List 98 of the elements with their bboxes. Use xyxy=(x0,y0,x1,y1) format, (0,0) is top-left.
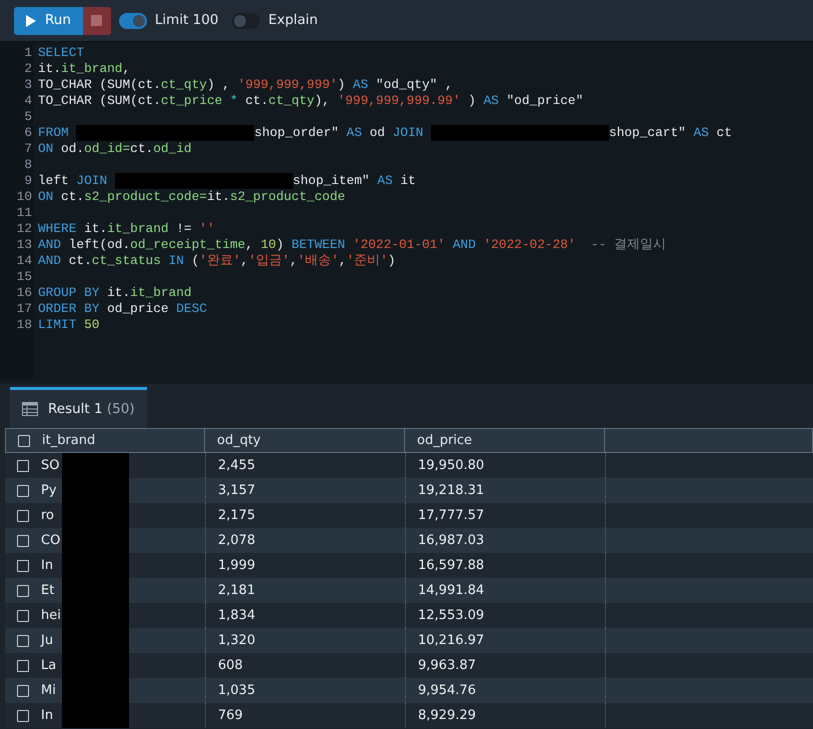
table-cell-text: Ju xyxy=(41,632,54,650)
code-token: shop_cart" xyxy=(609,125,687,140)
checkbox[interactable] xyxy=(17,634,29,646)
line-number: 13 xyxy=(16,237,33,253)
line-number: 16 xyxy=(16,285,33,301)
code-token: AS xyxy=(694,125,709,140)
table-cell-text: 9,954.76 xyxy=(418,682,476,700)
checkbox[interactable] xyxy=(17,460,29,472)
table-cell-text: 9,963.87 xyxy=(418,656,476,675)
code-token: JOIN xyxy=(392,125,424,140)
toggle-switch[interactable] xyxy=(118,12,147,28)
table-cell-text: 2,078 xyxy=(218,532,256,550)
stop-icon xyxy=(91,15,102,26)
table-cell-text: 2,175 xyxy=(218,506,256,525)
checkbox[interactable] xyxy=(17,584,29,596)
line-number: 10 xyxy=(16,189,33,205)
table-cell-text: 2,455 xyxy=(218,456,256,475)
code-line: AND left(od.od_receipt_time, 10) BETWEEN '2022-01-01' AND '2022-02-28' -- 결제일시 xyxy=(38,237,668,253)
line-number: 15 xyxy=(16,269,33,285)
checkbox[interactable] xyxy=(18,434,30,446)
line-number: 7 xyxy=(23,141,33,157)
table-cell-text: Mi xyxy=(41,682,56,700)
table-cell-text: 16,987.03 xyxy=(418,532,484,550)
code-token: JOIN xyxy=(76,173,108,188)
code-token: shop_order" xyxy=(254,125,340,140)
code-line: ON ct.s2_product_code=it.s2_product_code xyxy=(38,189,346,205)
checkbox[interactable] xyxy=(17,710,29,722)
code-token: FROM xyxy=(38,125,69,140)
checkbox[interactable] xyxy=(17,660,29,672)
code-token: AS xyxy=(377,173,393,188)
table-cell-text: CO xyxy=(41,532,60,550)
code-line: GROUP BY it.it_brand xyxy=(38,285,193,301)
code-token: od xyxy=(368,125,386,140)
column-header[interactable]: od_qty xyxy=(217,430,261,450)
table-cell-text: 3,157 xyxy=(218,482,256,500)
table-cell-text: 19,218.31 xyxy=(418,482,484,500)
toggle-switch[interactable] xyxy=(232,12,260,28)
result-tab[interactable]: Result 1 (50) xyxy=(10,387,147,428)
table-cell-text: 10,216.97 xyxy=(418,632,484,650)
code-token: it xyxy=(399,173,416,188)
table-cell-text: 14,991.84 xyxy=(418,582,484,600)
code-line: TO_CHAR (SUM(ct.ct_qty) , '999,999,999') AS "od_qty" , xyxy=(38,77,454,93)
checkbox[interactable] xyxy=(17,510,29,522)
table-icon xyxy=(22,402,38,416)
code-line: ON od.od_id=ct.od_id xyxy=(38,141,193,157)
code-line: TO_CHAR (SUM(ct.ct_price * ct.ct_qty), '999,999,999.99' ) AS "od_price" xyxy=(38,93,584,109)
table-cell-text: hei xyxy=(41,606,61,625)
table-cell-text: 12,553.09 xyxy=(418,606,484,625)
table-cell-text: 1,834 xyxy=(218,606,256,625)
table-cell-text: 2,181 xyxy=(218,582,256,600)
run-button[interactable]: Run xyxy=(14,6,83,34)
code-line: WHERE it.it_brand != '' xyxy=(38,221,216,237)
line-number: 18 xyxy=(16,317,33,333)
line-number: 1 xyxy=(23,45,33,61)
toggle-label: Limit 100 xyxy=(154,11,218,30)
table-cell-text: 19,950.80 xyxy=(418,456,484,475)
code-token: AS xyxy=(346,125,362,140)
code-token: left xyxy=(38,173,70,188)
table-cell-text: 769 xyxy=(218,706,243,725)
line-number: 5 xyxy=(23,109,33,125)
table-cell-text: La xyxy=(41,656,56,675)
line-number: 8 xyxy=(23,157,33,173)
toggle-label: Explain xyxy=(268,11,318,30)
checkbox[interactable] xyxy=(17,534,29,546)
code-line: AND ct.ct_status IN ('완료','입금','배송','준비') xyxy=(38,253,396,269)
table-cell-text: 17,777.57 xyxy=(418,506,484,525)
code-line: ORDER BY od_price DESC xyxy=(38,301,208,317)
checkbox[interactable] xyxy=(17,484,29,496)
table-cell-text: Et xyxy=(41,582,54,600)
code-token: ct xyxy=(716,125,732,140)
line-number: 2 xyxy=(23,61,33,77)
line-number: 12 xyxy=(16,221,33,237)
line-number: 3 xyxy=(23,77,33,93)
code-line: SELECT xyxy=(38,45,86,61)
table-cell-text: ro xyxy=(41,506,54,525)
table-cell-text: 1,999 xyxy=(218,556,256,575)
line-number: 11 xyxy=(16,205,33,221)
table-cell-text: 8,929.29 xyxy=(418,706,476,725)
line-number: 17 xyxy=(16,301,33,317)
checkbox[interactable] xyxy=(17,610,29,622)
table-cell-text: SO xyxy=(41,456,60,475)
table-cell-text: 1,320 xyxy=(218,632,256,650)
play-icon xyxy=(26,14,36,26)
line-number: 4 xyxy=(23,93,33,109)
checkbox[interactable] xyxy=(17,684,29,696)
code-line: LIMIT 50 xyxy=(38,317,100,333)
table-cell-text: 16,597.88 xyxy=(418,556,484,575)
table-cell-text: 608 xyxy=(218,656,243,675)
table-cell-text: 1,035 xyxy=(218,682,256,700)
line-number: 14 xyxy=(16,253,33,269)
table-cell-text: In xyxy=(41,556,54,575)
code-line: it.it_brand, xyxy=(38,61,132,77)
checkbox[interactable] xyxy=(17,560,29,572)
code-token: shop_item" xyxy=(292,173,371,188)
line-number: 6 xyxy=(23,125,33,141)
line-number: 9 xyxy=(23,173,33,189)
table-cell-text: Py xyxy=(41,482,57,500)
table-cell-text: In xyxy=(41,706,54,725)
